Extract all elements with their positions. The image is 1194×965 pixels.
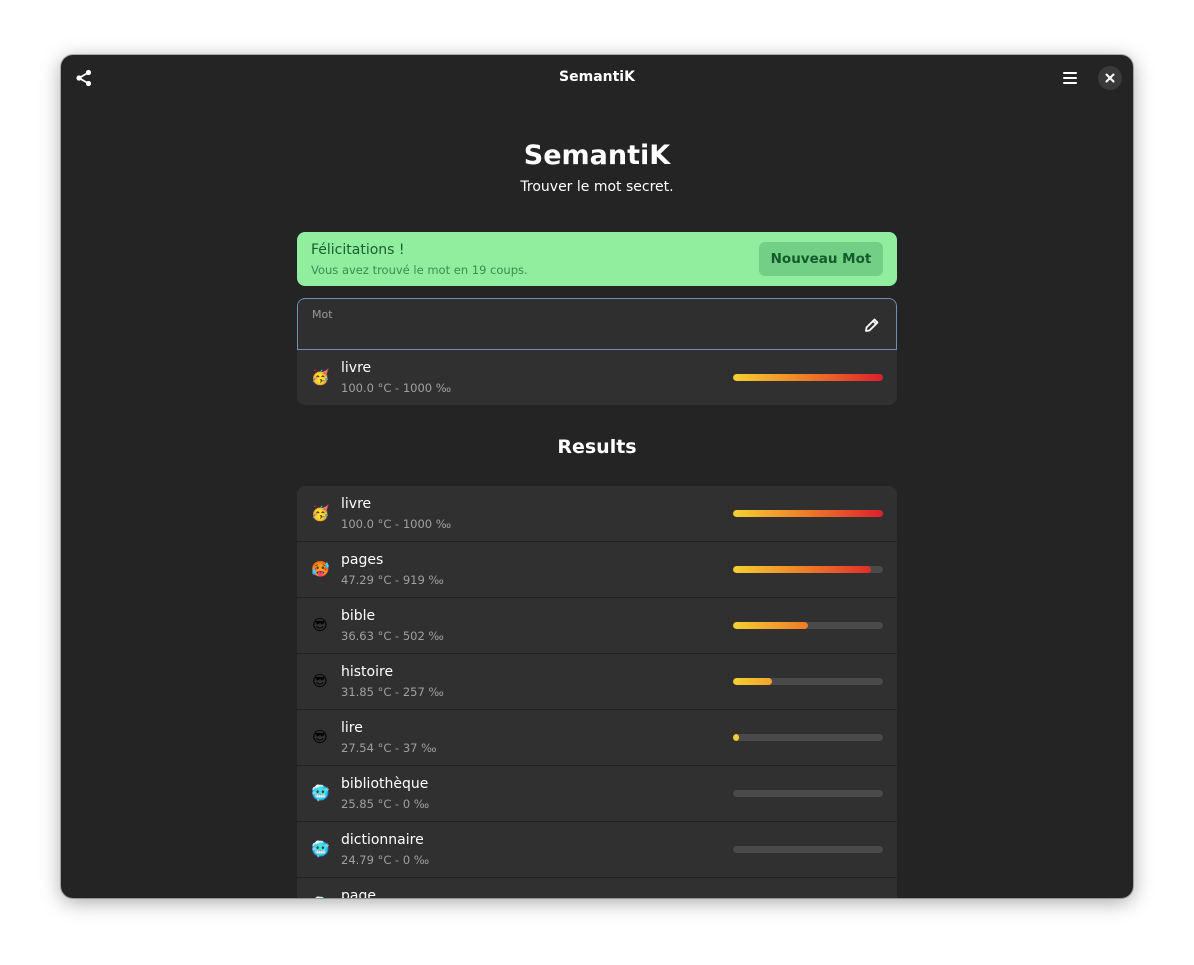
app-window: SemantiK SemantiK Trouver le mot secret.… [61,55,1133,898]
guess-word: livre [341,360,372,376]
result-row: 😎 bible 36.63 °C - 502 ‰ [297,597,897,653]
results-list: 🥳 livre 100.0 °C - 1000 ‰ 🥵 pages 47.29 … [297,486,897,898]
proximity-bar [733,846,883,853]
temperature-emoji-icon: 🥶 [311,896,330,898]
close-button[interactable] [1098,66,1122,90]
result-meta: 36.63 °C - 502 ‰ [341,629,444,643]
temperature-emoji-icon: 🥶 [311,840,330,858]
proximity-bar [733,678,883,685]
result-row: 😎 histoire 31.85 °C - 257 ‰ [297,653,897,709]
temperature-emoji-icon: 🥳 [311,368,330,386]
temperature-emoji-icon: 😎 [312,728,328,746]
proximity-bar-fill [733,374,883,381]
result-word: bible [341,608,376,624]
temperature-emoji-icon: 😎 [312,672,328,690]
proximity-bar [733,734,883,741]
result-word: livre [341,496,372,512]
result-row: 🥵 pages 47.29 °C - 919 ‰ [297,541,897,597]
result-word: page [341,888,376,898]
result-row: 😎 lire 27.54 °C - 37 ‰ [297,709,897,765]
result-row: 🥶 bibliothèque 25.85 °C - 0 ‰ [297,765,897,821]
results-title: Results [557,436,637,458]
word-entry[interactable]: Mot [297,298,897,350]
proximity-bar [733,510,883,517]
proximity-bar [733,566,883,573]
guess-meta: 100.0 °C - 1000 ‰ [341,381,452,395]
result-word: dictionnaire [341,832,424,848]
result-word: lire [341,720,363,736]
result-row: 🥶 dictionnaire 24.79 °C - 0 ‰ [297,821,897,877]
temperature-emoji-icon: 🥵 [311,560,330,578]
temperature-emoji-icon: 🥳 [311,504,330,522]
result-meta: 100.0 °C - 1000 ‰ [341,517,452,531]
headerbar: SemantiK [61,55,1133,101]
window-title: SemantiK [559,69,635,85]
proximity-bar-fill [733,734,739,741]
guess-card: Mot 🥳 livre 100.0 °C - 1000 ‰ [297,298,897,405]
word-input[interactable] [310,325,834,347]
main-menu-button[interactable] [1055,67,1085,89]
banner-subtitle: Vous avez trouvé le mot en 19 coups. [311,263,528,277]
proximity-bar [733,622,883,629]
result-word: histoire [341,664,394,680]
current-guess-row: 🥳 livre 100.0 °C - 1000 ‰ [297,350,897,405]
result-row: 🥶 page [297,877,897,898]
result-meta: 25.85 °C - 0 ‰ [341,797,430,811]
temperature-emoji-icon: 🥶 [311,784,330,802]
temperature-emoji-icon: 😎 [312,616,328,634]
pencil-icon [865,318,879,332]
main-content: SemantiK Trouver le mot secret. Félicita… [297,101,897,898]
page-subtitle: Trouver le mot secret. [520,179,674,195]
edit-button[interactable] [862,315,882,335]
result-meta: 24.79 °C - 0 ‰ [341,853,430,867]
result-word: pages [341,552,384,568]
banner-title: Félicitations ! [311,242,405,258]
success-banner: Félicitations ! Vous avez trouvé le mot … [297,232,897,286]
proximity-bar [733,790,883,797]
proximity-bar-fill [733,566,871,573]
proximity-bar-fill [733,678,772,685]
proximity-bar-fill [733,510,883,517]
result-row: 🥳 livre 100.0 °C - 1000 ‰ [297,486,897,541]
entry-label: Mot [312,308,333,321]
result-meta: 31.85 °C - 257 ‰ [341,685,444,699]
close-icon [1105,73,1115,83]
result-word: bibliothèque [341,776,429,792]
hamburger-menu-icon [1063,72,1077,84]
new-word-button[interactable]: Nouveau Mot [759,242,883,276]
page-title: SemantiK [523,140,671,171]
result-meta: 27.54 °C - 37 ‰ [341,741,437,755]
proximity-bar-fill [733,622,809,629]
proximity-bar [733,374,883,381]
result-meta: 47.29 °C - 919 ‰ [341,573,444,587]
